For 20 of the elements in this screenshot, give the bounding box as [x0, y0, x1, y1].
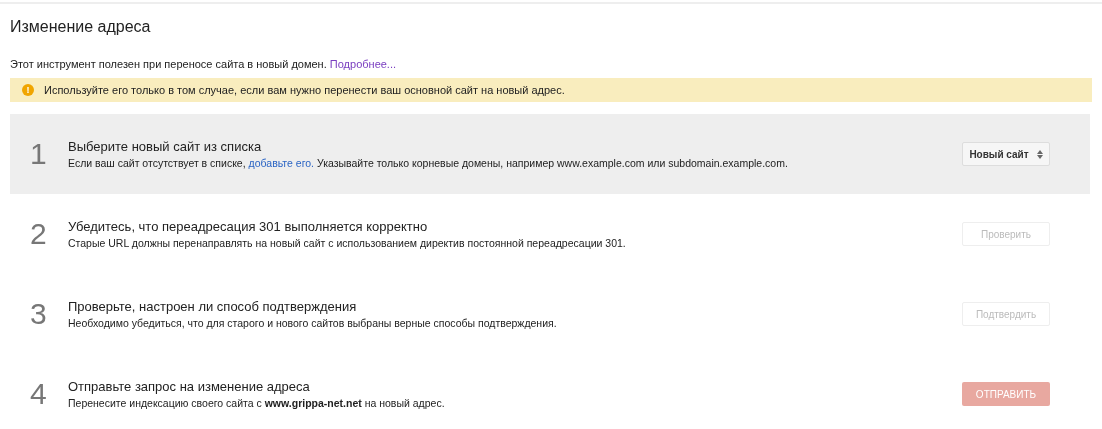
step-number: 3: [30, 297, 48, 331]
warning-text: Используйте его только в том случае, если вам нужно перенести ваш основной сайт на новый адрес.: [44, 84, 565, 96]
step-title: Убедитесь, что переадресация 301 выполняется корректно: [68, 219, 429, 234]
add-site-link[interactable]: добавьте его.: [248, 157, 314, 169]
step-number: 1: [30, 137, 48, 171]
step-title: Выберите новый сайт из списка: [68, 139, 263, 154]
site-select[interactable]: Новый сайт: [962, 142, 1050, 166]
step-number: 4: [30, 377, 48, 411]
step-description: Перенесите индексацию своего сайта с www.grippa-net.net на новый адрес.: [68, 397, 446, 409]
more-link[interactable]: Подробнее...: [329, 58, 397, 70]
intro-text: Этот инструмент полезен при переносе сайта в новый домен. Подробнее...: [10, 58, 398, 70]
step-title: Отправьте запрос на изменение адреса: [68, 379, 311, 394]
step-title: Проверьте, настроен ли способ подтверждения: [68, 299, 358, 314]
page-title: Изменение адреса: [10, 18, 152, 36]
step-description: Необходимо убедиться, что для старого и нового сайтов выбраны верные способы подтверждения.: [68, 317, 558, 329]
step-description: Старые URL должны перенаправлять на новый сайт с использованием директив постоянной переадресации 301.: [68, 237, 627, 249]
sort-arrows-icon: [1036, 149, 1043, 159]
warning-icon: !: [22, 84, 34, 96]
step-number: 2: [30, 217, 48, 251]
step-description: Если ваш сайт отсутствует в списке, добавьте его. Указывайте только корневые домены, например www.example.com или subdomain.example.com.: [68, 157, 789, 169]
